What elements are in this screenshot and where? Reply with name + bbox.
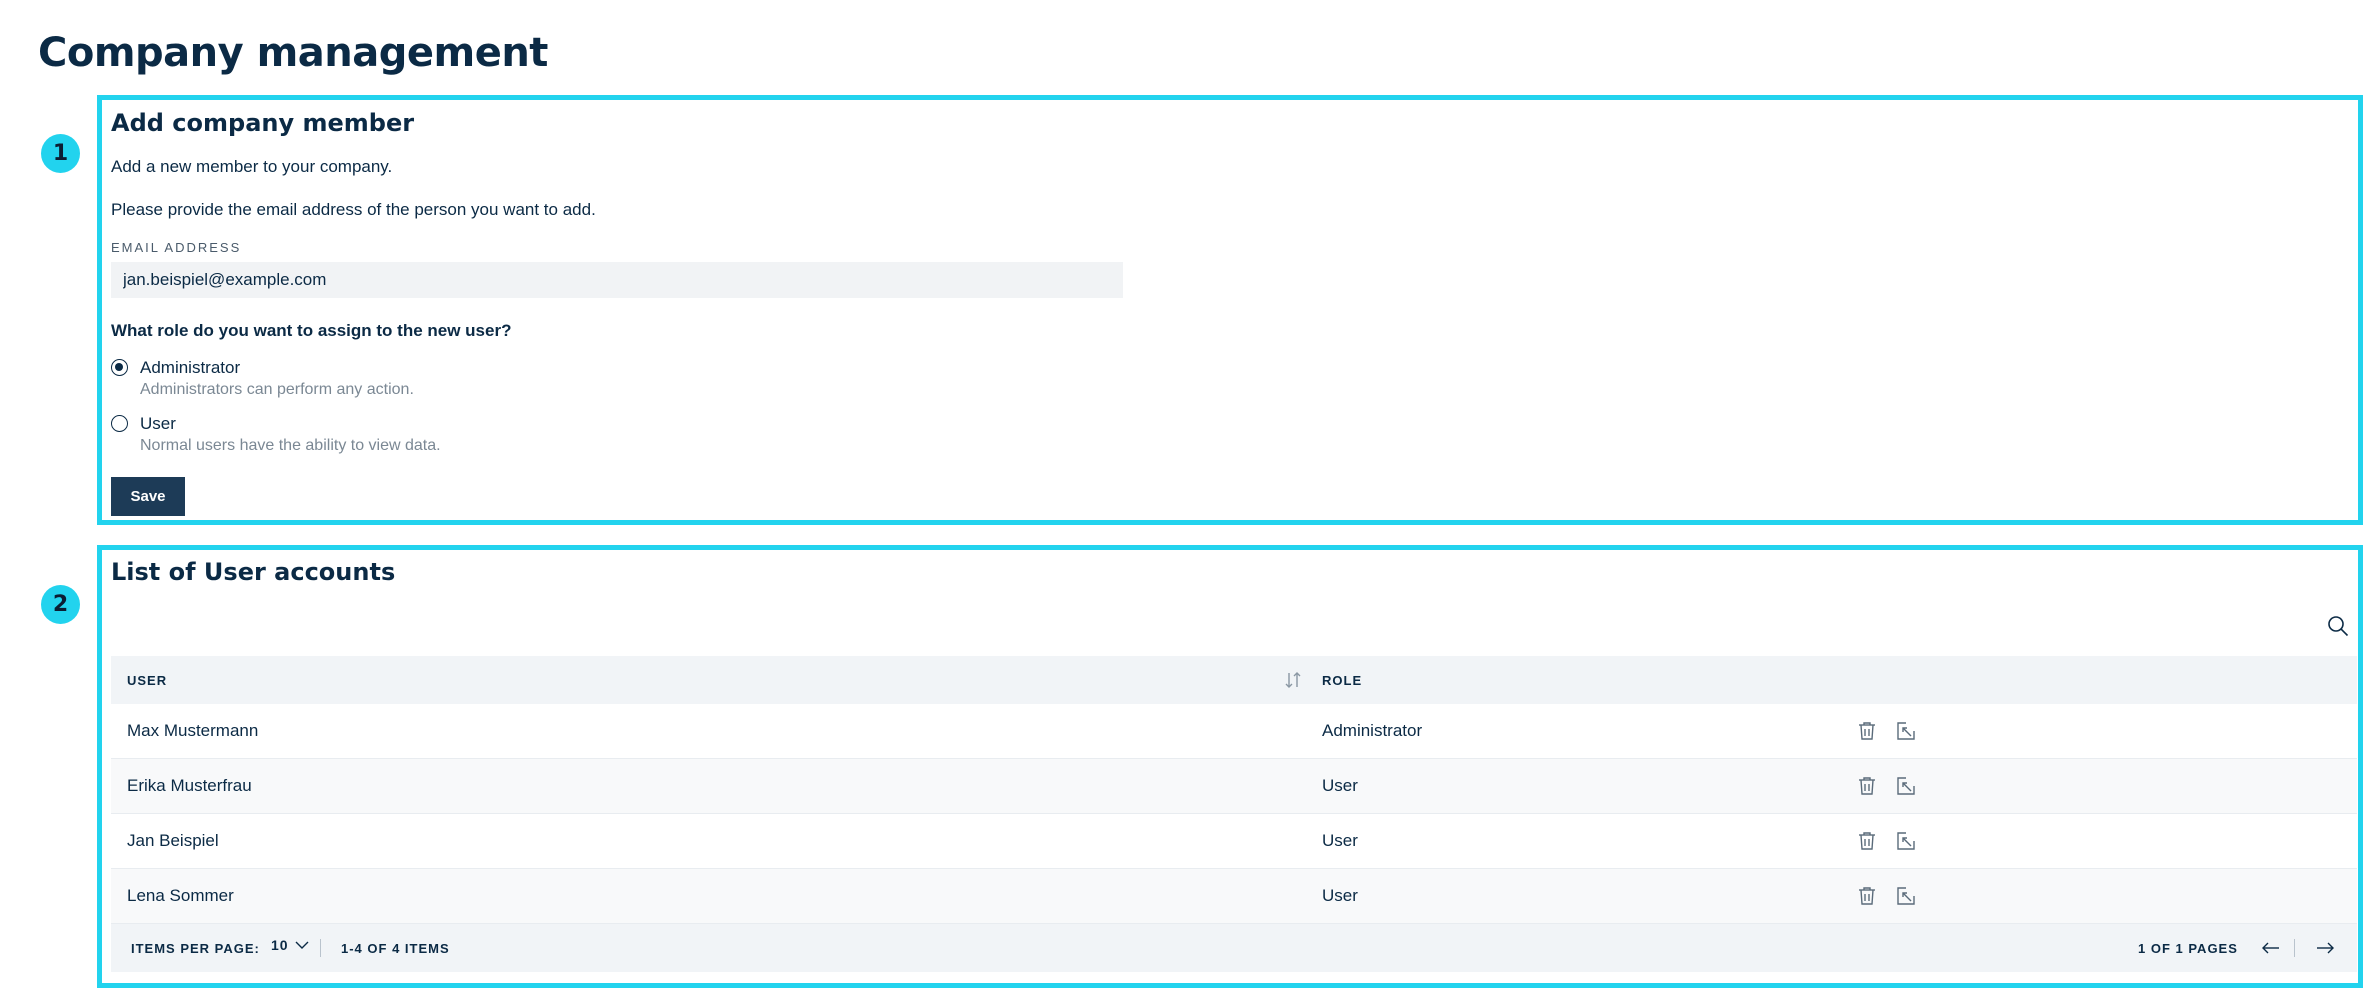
table-row: Jan Beispiel User	[111, 814, 2357, 869]
role-desc-administrator: Administrators can perform any action.	[140, 381, 414, 398]
trash-icon[interactable]	[1856, 720, 1878, 742]
column-header-user[interactable]: USER	[127, 673, 167, 688]
sort-icon[interactable]	[1284, 670, 1302, 690]
edit-icon[interactable]	[1895, 775, 1917, 797]
trash-icon[interactable]	[1856, 830, 1878, 852]
column-header-role: ROLE	[1322, 672, 1363, 688]
edit-icon[interactable]	[1895, 885, 1917, 907]
table-row: Erika Musterfrau User	[111, 759, 2357, 814]
add-member-panel: Add company member Add a new member to y…	[97, 95, 2363, 525]
step-marker-2: 2	[41, 585, 80, 624]
cell-user: Jan Beispiel	[127, 831, 219, 850]
user-list-title: List of User accounts	[111, 558, 396, 586]
email-field-label: EMAIL ADDRESS	[111, 240, 242, 255]
cell-role: User	[1322, 831, 1358, 850]
trash-icon[interactable]	[1856, 885, 1878, 907]
save-button[interactable]: Save	[111, 477, 185, 516]
email-field[interactable]	[111, 262, 1123, 298]
role-label-administrator: Administrator	[140, 358, 241, 377]
cell-user: Lena Sommer	[127, 886, 234, 905]
edit-icon[interactable]	[1895, 830, 1917, 852]
table-row: Lena Sommer User	[111, 869, 2357, 924]
cell-role: Administrator	[1322, 721, 1423, 740]
role-option-user[interactable]: User Normal users have the ability to vi…	[111, 413, 441, 456]
divider	[320, 939, 321, 957]
table-header: USER ROLE	[111, 656, 2357, 704]
radio-administrator[interactable]	[111, 359, 128, 376]
user-table: USER ROLE Max Mustermann Administrator E…	[111, 656, 2357, 972]
chevron-down-icon	[295, 941, 309, 949]
step-marker-1: 1	[41, 134, 80, 173]
role-question: What role do you want to assign to the n…	[111, 321, 512, 340]
edit-icon[interactable]	[1895, 720, 1917, 742]
add-member-instructions: Please provide the email address of the …	[111, 200, 596, 219]
user-list-panel: List of User accounts USER ROLE Max Must…	[97, 545, 2363, 988]
cell-user: Max Mustermann	[127, 721, 259, 740]
page-title: Company management	[38, 30, 548, 76]
role-option-administrator[interactable]: Administrator Administrators can perform…	[111, 357, 414, 400]
pagination-bar: ITEMS PER PAGE: 10 1-4 OF 4 ITEMS 1 OF 1…	[111, 924, 2357, 972]
divider	[2294, 939, 2295, 957]
items-range: 1-4 OF 4 ITEMS	[341, 941, 450, 956]
add-member-intro: Add a new member to your company.	[111, 157, 393, 176]
search-icon[interactable]	[2327, 615, 2349, 637]
table-row: Max Mustermann Administrator	[111, 704, 2357, 759]
items-per-page-value: 10	[271, 937, 289, 953]
cell-role: User	[1322, 776, 1358, 795]
arrow-right-icon[interactable]	[2314, 938, 2336, 958]
radio-user[interactable]	[111, 415, 128, 432]
role-label-user: User	[140, 414, 176, 433]
cell-role: User	[1322, 886, 1358, 905]
role-desc-user: Normal users have the ability to view da…	[140, 437, 441, 454]
cell-user: Erika Musterfrau	[127, 776, 252, 795]
add-member-title: Add company member	[111, 109, 415, 137]
page-indicator: 1 OF 1 PAGES	[2138, 941, 2238, 956]
trash-icon[interactable]	[1856, 775, 1878, 797]
items-per-page-label: ITEMS PER PAGE:	[131, 941, 260, 956]
arrow-left-icon[interactable]	[2260, 938, 2282, 958]
items-per-page-select[interactable]: 10	[271, 937, 309, 953]
